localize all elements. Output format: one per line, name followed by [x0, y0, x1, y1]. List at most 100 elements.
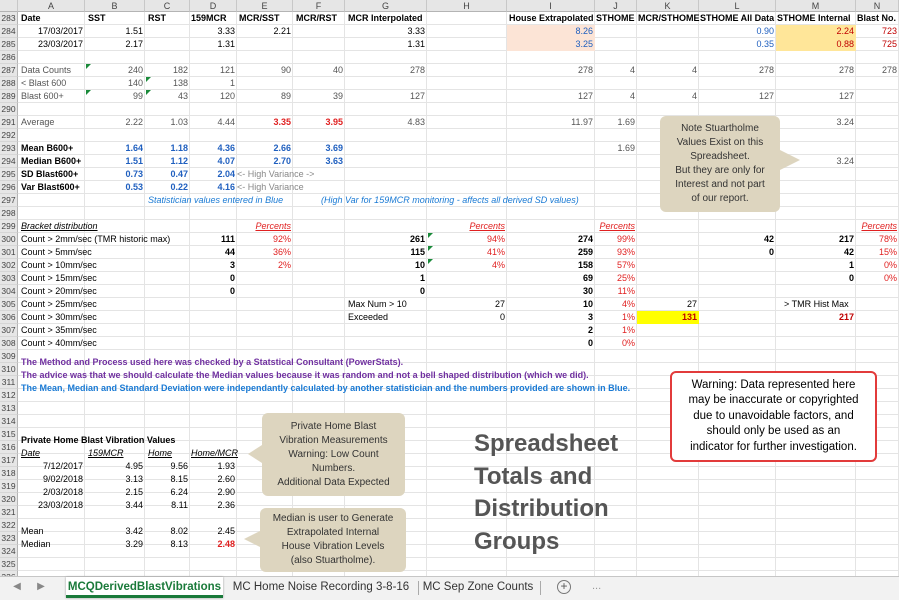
- col-header-a[interactable]: A: [18, 0, 85, 12]
- col-header-m[interactable]: M: [776, 0, 856, 12]
- private-table-cell[interactable]: 2.60: [190, 473, 235, 486]
- row-header[interactable]: 313: [0, 402, 18, 415]
- cell[interactable]: 4.44: [190, 116, 235, 129]
- cell[interactable]: The Method and Process used here was che…: [21, 356, 403, 369]
- cell[interactable]: 27: [637, 298, 697, 311]
- row-header[interactable]: 302: [0, 259, 18, 272]
- cell[interactable]: 0%: [856, 259, 897, 272]
- cell[interactable]: 274: [507, 233, 593, 246]
- cell[interactable]: Count > 30mm/sec: [21, 311, 97, 324]
- row-header[interactable]: 323: [0, 532, 18, 545]
- cell[interactable]: 278: [776, 64, 854, 77]
- cell[interactable]: 25%: [595, 272, 635, 285]
- cell[interactable]: 2.45: [190, 525, 235, 538]
- cell[interactable]: 2.24: [776, 25, 854, 38]
- row-header[interactable]: 308: [0, 337, 18, 350]
- row-header[interactable]: 317: [0, 454, 18, 467]
- cell[interactable]: 8.13: [145, 538, 188, 551]
- cell[interactable]: Count > 10mm/sec: [21, 259, 97, 272]
- cell[interactable]: 1: [190, 77, 235, 90]
- row-header[interactable]: 298: [0, 207, 18, 220]
- cell[interactable]: 11.97: [507, 116, 593, 129]
- row-header[interactable]: 284: [0, 25, 18, 38]
- cell[interactable]: 0.35: [699, 38, 774, 51]
- cell[interactable]: 0%: [595, 337, 635, 350]
- col-header-f[interactable]: F: [293, 0, 345, 12]
- cell[interactable]: 259: [507, 246, 593, 259]
- cell[interactable]: 127: [345, 90, 425, 103]
- cell[interactable]: 2.48: [190, 538, 235, 551]
- cell[interactable]: 3.95: [293, 116, 343, 129]
- row-header[interactable]: 325: [0, 558, 18, 571]
- comment-indicator[interactable]: [146, 77, 151, 82]
- comment-indicator[interactable]: [146, 90, 151, 95]
- cell[interactable]: 3.24: [776, 116, 854, 129]
- comment-indicator[interactable]: [86, 64, 91, 69]
- private-hdr-home[interactable]: Home: [148, 447, 172, 460]
- cell[interactable]: 2.17: [85, 38, 143, 51]
- cell[interactable]: 90: [237, 64, 291, 77]
- cell[interactable]: 42: [699, 233, 774, 246]
- cell[interactable]: 3.33: [190, 25, 235, 38]
- cell[interactable]: 2.22: [85, 116, 143, 129]
- comment-indicator[interactable]: [428, 233, 433, 238]
- col-header-i[interactable]: I: [507, 0, 595, 12]
- cell[interactable]: 0: [190, 272, 235, 285]
- row-header[interactable]: 315: [0, 428, 18, 441]
- cell[interactable]: 93%: [595, 246, 635, 259]
- cell[interactable]: 4.07: [190, 155, 235, 168]
- private-table-cell[interactable]: 8.15: [145, 473, 188, 486]
- cell[interactable]: Var Blast600+: [21, 181, 80, 194]
- cell[interactable]: 3.29: [85, 538, 143, 551]
- cell[interactable]: Exceeded: [348, 311, 388, 324]
- row-header[interactable]: 318: [0, 467, 18, 480]
- private-table-cell[interactable]: 8.11: [145, 499, 188, 512]
- private-table-cell[interactable]: 3.13: [85, 473, 143, 486]
- row-header[interactable]: 304: [0, 285, 18, 298]
- cell[interactable]: 2.21: [237, 25, 291, 38]
- col-header-g[interactable]: G: [345, 0, 427, 12]
- row-header[interactable]: 299: [0, 220, 18, 233]
- row-header[interactable]: 292: [0, 129, 18, 142]
- cell[interactable]: 4.16: [190, 181, 235, 194]
- private-table-cell[interactable]: 9/02/2018: [18, 473, 83, 486]
- comment-indicator[interactable]: [86, 90, 91, 95]
- cell[interactable]: 1%: [595, 311, 635, 324]
- col-header-l[interactable]: L: [699, 0, 776, 12]
- row-header[interactable]: 297: [0, 194, 18, 207]
- cell[interactable]: 261: [345, 233, 425, 246]
- row-header[interactable]: 324: [0, 545, 18, 558]
- cell[interactable]: Max Num > 10: [348, 298, 407, 311]
- cell[interactable]: Percents: [427, 220, 505, 233]
- cell[interactable]: 3: [507, 311, 593, 324]
- cell[interactable]: 0: [345, 285, 425, 298]
- private-table-title[interactable]: Private Home Blast Vibration Values: [21, 434, 175, 447]
- col-header-e[interactable]: E: [237, 0, 293, 12]
- row-header[interactable]: 286: [0, 51, 18, 64]
- row-header[interactable]: 305: [0, 298, 18, 311]
- hdr-sthome[interactable]: STHOME: [596, 12, 635, 25]
- cell[interactable]: Data Counts: [21, 64, 71, 77]
- cell[interactable]: 17/03/2017: [18, 25, 83, 38]
- hdr-sthome-internal[interactable]: STHOME Internal: [777, 12, 851, 25]
- sheet-tab-mcq-derived[interactable]: MCQDerivedBlastVibrations: [66, 577, 223, 598]
- cell[interactable]: 278: [345, 64, 425, 77]
- cell[interactable]: Count > 5mm/sec: [21, 246, 92, 259]
- row-header[interactable]: 290: [0, 103, 18, 116]
- row-header[interactable]: 319: [0, 480, 18, 493]
- row-header[interactable]: 322: [0, 519, 18, 532]
- cell[interactable]: 120: [190, 90, 235, 103]
- cell[interactable]: 10: [345, 259, 425, 272]
- row-header[interactable]: 293: [0, 142, 18, 155]
- cell[interactable]: 4%: [427, 259, 505, 272]
- private-table-cell[interactable]: 7/12/2017: [18, 460, 83, 473]
- cell[interactable]: 8.02: [145, 525, 188, 538]
- hdr-house-extrapolated[interactable]: House Extrapolated: [509, 12, 594, 25]
- cell[interactable]: 39: [293, 90, 343, 103]
- cell[interactable]: > TMR Hist Max: [784, 298, 849, 311]
- private-hdr-date[interactable]: Date: [21, 447, 40, 460]
- cell[interactable]: 140: [85, 77, 143, 90]
- cell[interactable]: Bracket distribution: [21, 220, 98, 233]
- cell[interactable]: 1.69: [595, 116, 635, 129]
- hdr-mcr-interpolated[interactable]: MCR Interpolated: [348, 12, 423, 25]
